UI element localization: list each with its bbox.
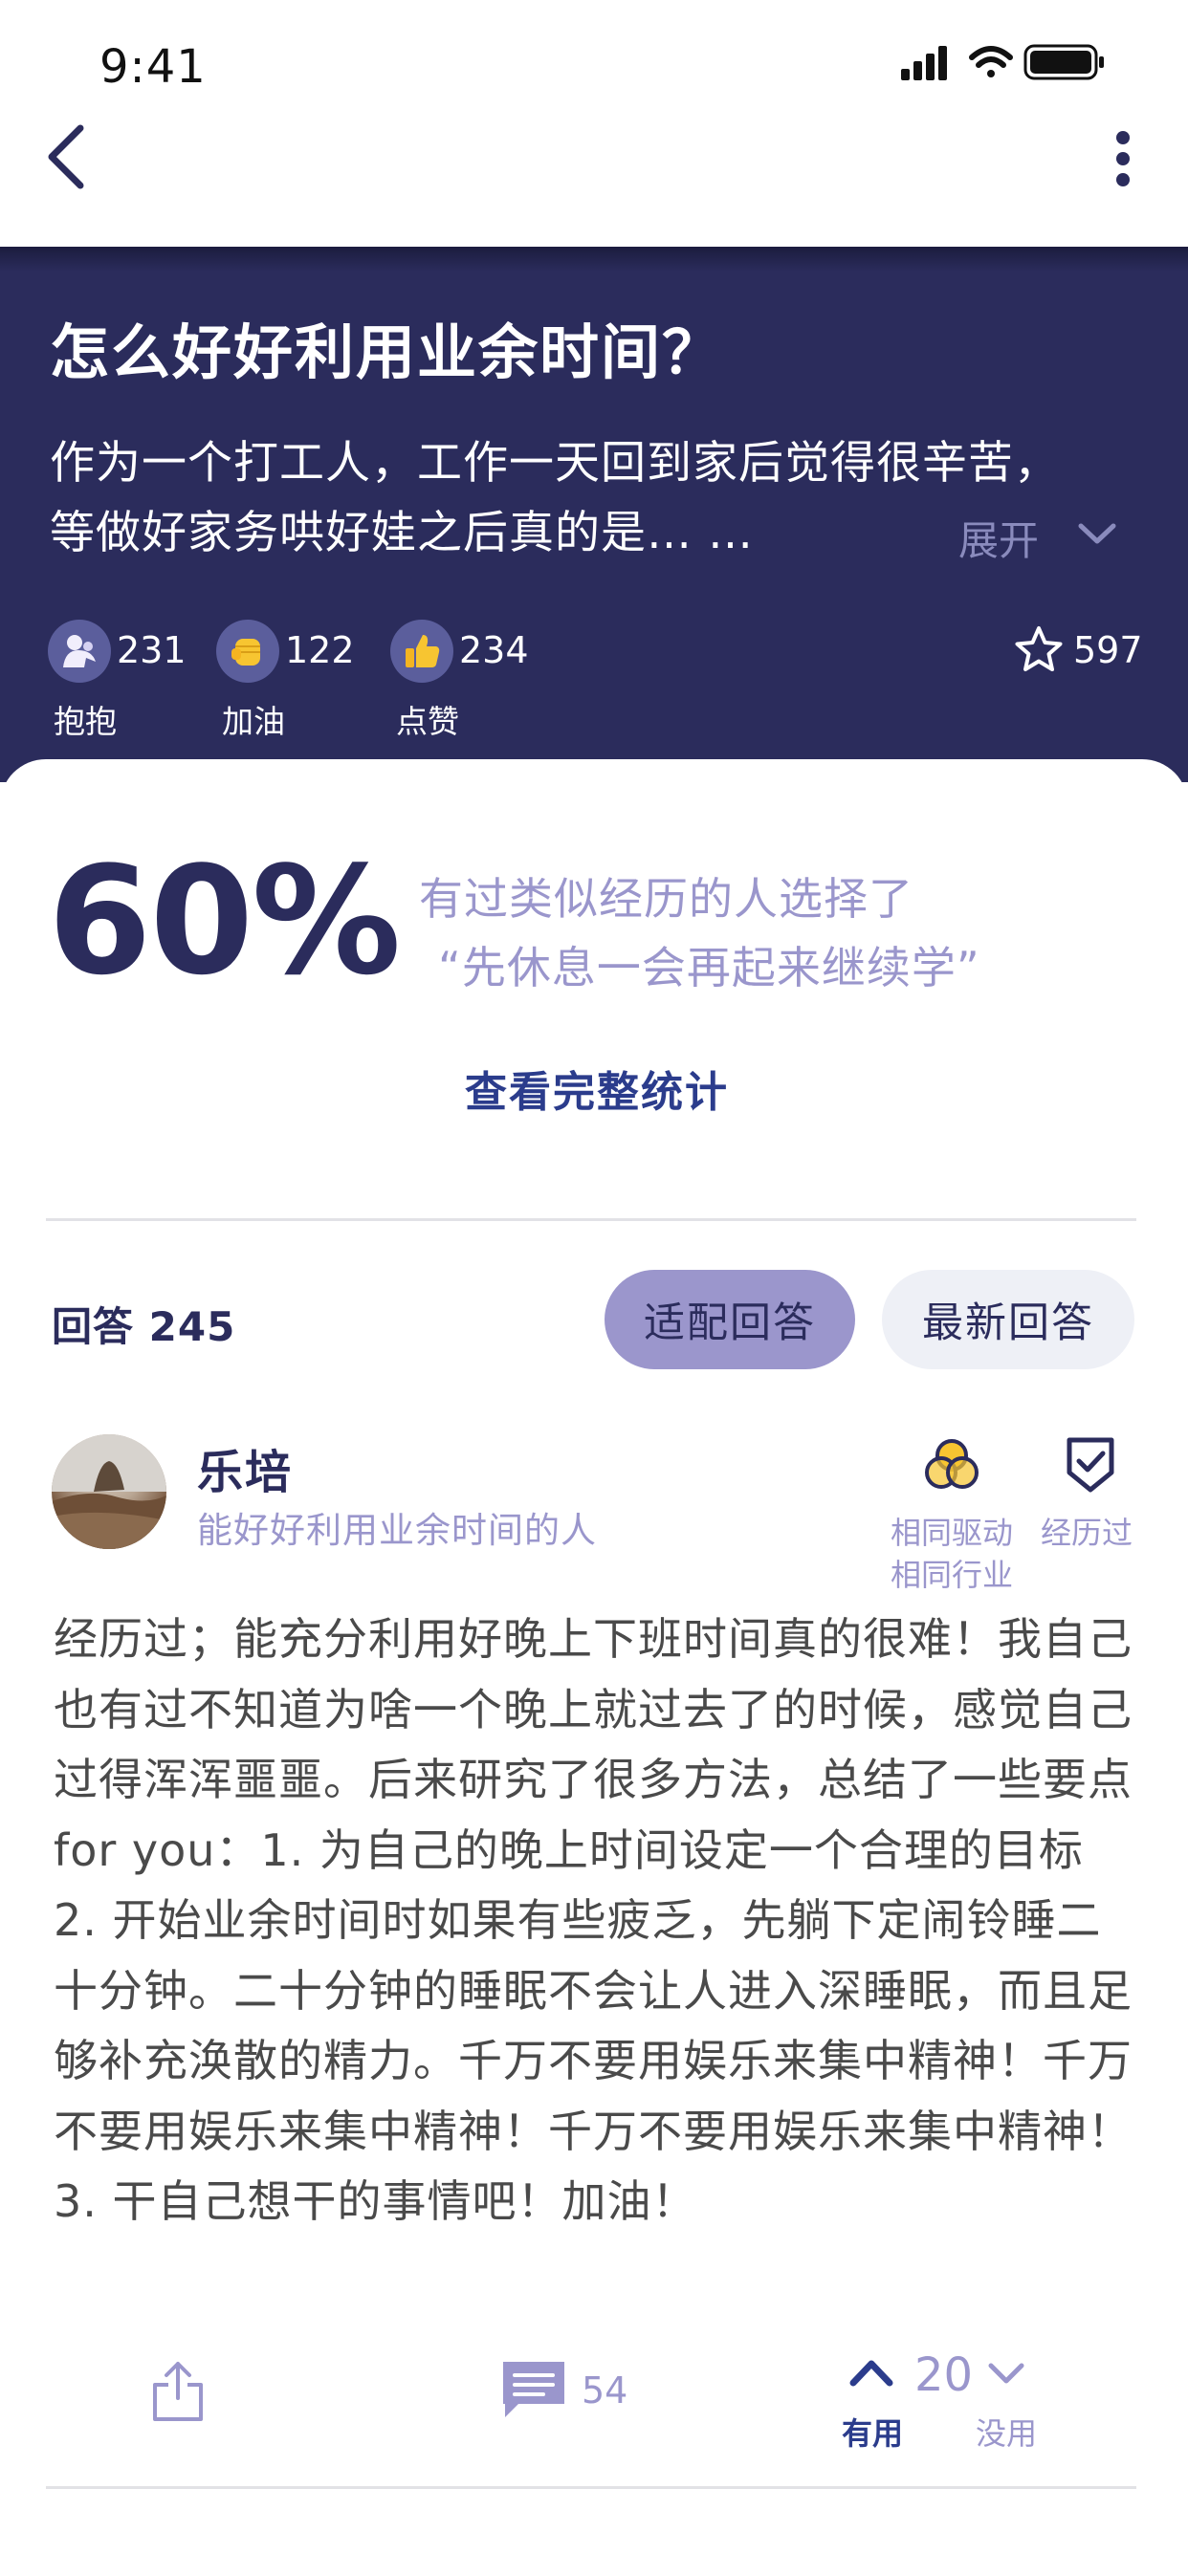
author-name[interactable]: 乐培 (197, 1434, 293, 1501)
wifi-icon (969, 46, 1013, 77)
question-description: 作为一个打工人，工作一天回到家后觉得很辛苦，等做好家务哄好娃之后真的是… … (50, 437, 1060, 559)
badge-label: 相同行业 (890, 1557, 1013, 1593)
thumbs-up-icon (390, 620, 453, 683)
reaction-count: 122 (285, 629, 355, 671)
vote-up-button[interactable] (847, 2354, 895, 2389)
stat-caption: 有过类似经历的人选择了 (419, 873, 913, 925)
comment-button[interactable] (497, 2356, 574, 2423)
more-options-button[interactable] (1100, 124, 1148, 201)
vote-count: 20 (914, 2348, 974, 2402)
badge-label: 经历过 (1041, 1515, 1133, 1551)
comment-icon (503, 2362, 564, 2417)
chevron-left-icon (48, 124, 84, 189)
comment-count: 54 (582, 2369, 628, 2412)
tab-latest-answers[interactable]: 最新回答 (882, 1270, 1134, 1369)
signal-icon (901, 46, 947, 80)
view-full-stats-link[interactable]: 查看完整统计 (465, 1058, 729, 1119)
useless-label[interactable]: 没用 (976, 2410, 1037, 2454)
badge-label: 相同驱动 (890, 1515, 1013, 1551)
venn-circles-icon (925, 1439, 979, 1489)
reaction-label: 抱抱 (54, 703, 117, 740)
share-icon (153, 2362, 203, 2421)
share-button[interactable] (149, 2358, 207, 2425)
divider (46, 1218, 1136, 1221)
expand-button[interactable]: 展开 (958, 509, 1039, 567)
header-shadow (0, 247, 1188, 272)
divider (46, 2486, 1136, 2489)
reaction-count: 234 (459, 629, 529, 671)
useful-label[interactable]: 有用 (842, 2410, 903, 2454)
author-bio: 能好好利用业余时间的人 (197, 1510, 597, 1551)
stat-percent: 60% (48, 834, 401, 1008)
favorite-count: 597 (1073, 629, 1143, 671)
chevron-down-icon (988, 2363, 1024, 2384)
shield-check-icon (1067, 1437, 1114, 1493)
vote-down-button[interactable] (985, 2358, 1027, 2390)
tab-matched-answers[interactable]: 适配回答 (605, 1270, 855, 1369)
hug-icon (48, 620, 111, 683)
status-icons (901, 42, 1188, 90)
question-title: 怎么好好利用业余时间？ (50, 317, 724, 387)
reaction-like[interactable]: 234 点赞 (390, 620, 534, 740)
star-icon (1015, 626, 1063, 671)
favorite-button[interactable]: 597 (1012, 623, 1146, 681)
battery-icon (1023, 44, 1104, 80)
back-button[interactable] (42, 119, 99, 195)
chevron-up-icon (849, 2360, 893, 2387)
chevron-down-icon[interactable] (1073, 516, 1121, 555)
reaction-label: 点赞 (396, 703, 459, 740)
answers-count-title: 回答 245 (52, 1303, 236, 1350)
reaction-hug[interactable]: 231 抱抱 (48, 620, 191, 740)
same-drive-badge[interactable]: 相同驱动 相同行业 (870, 1434, 1014, 1593)
stat-choice: “先休息一会再起来继续学” (438, 942, 980, 993)
fist-icon (216, 620, 279, 683)
status-time: 9:41 (99, 40, 207, 94)
avatar[interactable] (52, 1434, 166, 1549)
vertical-dots-icon (1116, 131, 1130, 186)
reaction-count: 231 (117, 629, 187, 671)
experienced-badge[interactable]: 经历过 (1033, 1434, 1157, 1551)
reaction-label: 加油 (222, 703, 285, 740)
reaction-cheer[interactable]: 122 加油 (216, 620, 360, 740)
answer-body: 经历过；能充分利用好晚上下班时间真的很难！我自己也有过不知道为啥一个晚上就过去了… (54, 1613, 1133, 2227)
